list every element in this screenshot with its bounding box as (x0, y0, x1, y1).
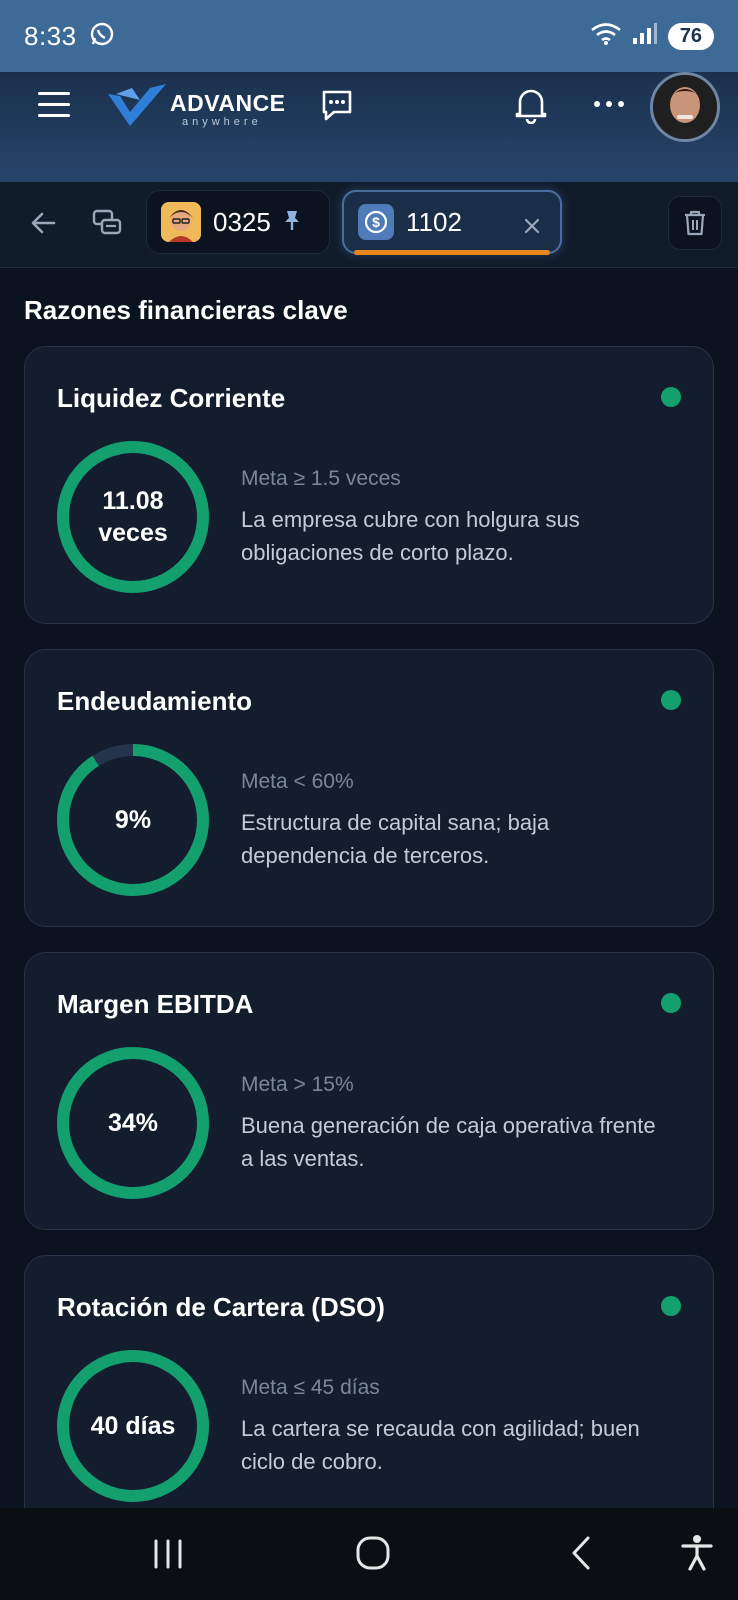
card-title: Endeudamiento (57, 686, 253, 716)
ratio-description: Estructura de capital sana; baja depende… (241, 810, 550, 868)
tab-label: 1102 (406, 206, 462, 237)
battery-indicator: 76 (667, 22, 714, 50)
tab-label: 0325 (213, 206, 271, 237)
status-dot (661, 387, 681, 407)
signal-icon (632, 22, 658, 51)
system-navigation-bar (0, 1508, 738, 1600)
active-tab-indicator (354, 250, 550, 255)
notifications-button[interactable] (514, 86, 548, 125)
user-avatar[interactable] (650, 72, 720, 142)
menu-button[interactable] (38, 92, 70, 120)
status-time: 8:33 (24, 20, 77, 51)
accessibility-button[interactable] (680, 1534, 714, 1572)
card-title: Rotación de Cartera (DSO) (57, 1292, 385, 1322)
ratio-description: Buena generación de caja operativa frent… (241, 1113, 656, 1171)
status-right: 76 (590, 22, 714, 51)
ratio-target: Meta > 15% (241, 1073, 354, 1096)
delete-button[interactable] (668, 196, 722, 250)
status-dot (661, 690, 681, 710)
bell-icon (515, 89, 547, 125)
status-dot (661, 1296, 681, 1316)
close-tab-icon[interactable] (522, 212, 542, 234)
ratio-card-margen-ebitda[interactable]: Margen EBITDA 34% Meta > 15% Buena gener… (24, 952, 714, 1230)
advance-logo[interactable]: ADVANCE anywhere (106, 80, 286, 136)
svg-text:$: $ (372, 214, 380, 230)
card-title: Liquidez Corriente (57, 383, 286, 413)
ratio-description: La empresa cubre con holgura sus obligac… (241, 507, 580, 565)
app-header: ADVANCE anywhere (0, 72, 738, 182)
avatar-photo (653, 75, 717, 139)
pin-icon[interactable] (283, 207, 301, 238)
logo-subtitle: anywhere (182, 116, 262, 128)
chat-button[interactable] (320, 88, 354, 122)
chevron-left-icon (572, 1536, 590, 1570)
tab-switcher-button[interactable] (92, 208, 124, 238)
ratio-target: Meta ≥ 1.5 veces (241, 467, 401, 490)
dollar-coin-icon: $ (358, 204, 394, 240)
status-bar: 8:33 76 (0, 0, 738, 72)
tab-bar: 0325 $ 1102 (0, 182, 738, 268)
ratio-description: La cartera se recauda con agilidad; buen… (241, 1416, 640, 1474)
more-options-button[interactable] (592, 94, 626, 114)
tab-1102[interactable]: $ 1102 (342, 190, 562, 255)
tab-thumbnail (161, 202, 201, 242)
ratio-card-liquidez[interactable]: Liquidez Corriente 11.08 veces Meta ≥ 1.… (24, 346, 714, 624)
section-title: Razones financieras clave (24, 295, 348, 325)
tab-0325[interactable]: 0325 (146, 190, 330, 254)
ratio-value: 34% (107, 1108, 159, 1137)
ratio-card-rotacion-cartera[interactable]: Rotación de Cartera (DSO) 40 días Meta ≤… (24, 1255, 714, 1533)
menu-bar-line (38, 92, 70, 95)
menu-bar-line (38, 114, 70, 117)
ratio-value: 40 días (90, 1411, 176, 1440)
chat-icon (322, 90, 352, 121)
status-left: 8:33 (24, 21, 115, 52)
card-title: Margen EBITDA (57, 989, 254, 1019)
status-dot (661, 993, 681, 1013)
ratio-value: 11.08 veces (98, 486, 168, 548)
recent-apps-icon (154, 1539, 182, 1569)
accessibility-icon (681, 1535, 713, 1571)
logo-word: ADVANCE (170, 90, 286, 116)
ratio-target: Meta ≤ 45 días (241, 1376, 380, 1399)
more-dots-icon (594, 101, 624, 107)
back-button[interactable] (28, 208, 58, 238)
trash-icon (685, 210, 705, 236)
wifi-icon (590, 22, 622, 51)
recent-apps-button[interactable] (150, 1538, 186, 1570)
windows-icon (92, 209, 122, 235)
ratio-value: 9% (114, 805, 152, 834)
logo-mark-icon (108, 84, 166, 126)
home-icon (356, 1536, 390, 1570)
whatsapp-icon (89, 21, 115, 52)
home-button[interactable] (354, 1534, 392, 1572)
system-back-button[interactable] (566, 1534, 596, 1572)
ratio-target: Meta < 60% (241, 770, 354, 793)
ratio-card-endeudamiento[interactable]: Endeudamiento 9% Meta < 60% Estructura d… (24, 649, 714, 927)
menu-bar-line (38, 103, 70, 106)
arrow-left-icon (31, 212, 56, 234)
